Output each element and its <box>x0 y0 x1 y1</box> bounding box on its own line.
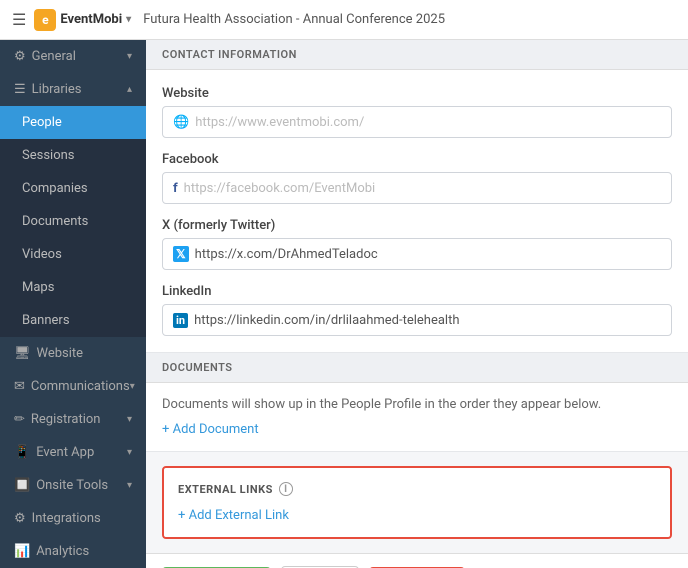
sidebar-label: Videos <box>22 247 62 262</box>
sidebar-item-maps[interactable]: Maps <box>0 271 146 304</box>
sidebar-item-general[interactable]: ⚙ General ▾ <box>0 40 146 73</box>
sidebar-item-companies[interactable]: Companies <box>0 172 146 205</box>
sidebar-label: Documents <box>22 214 88 229</box>
sidebar-label: General <box>32 49 76 64</box>
sidebar-sub-libraries: People Sessions Companies Documents Vide… <box>0 106 146 337</box>
sidebar-item-event-app[interactable]: 📱 Event App ▾ <box>0 436 146 469</box>
footer-actions: Save Details Cancel 🗑 Delete <box>146 553 688 568</box>
mail-icon: ✉ <box>14 379 25 394</box>
analytics-icon: 📊 <box>14 544 30 559</box>
chevron-down-icon: ▾ <box>127 414 132 425</box>
facebook-icon: f <box>173 181 178 196</box>
twitter-input[interactable]: 𝕏 https://x.com/DrAhmedTeladoc <box>162 238 672 270</box>
website-input[interactable]: 🌐 https://www.eventmobi.com/ <box>162 106 672 138</box>
sidebar-label: Website <box>37 346 84 361</box>
sidebar-item-sessions[interactable]: Sessions <box>0 139 146 172</box>
chevron-down-icon: ▾ <box>127 447 132 458</box>
brand-chevron: ▾ <box>126 14 131 25</box>
sidebar-label: Event App <box>36 445 94 460</box>
website-placeholder: https://www.eventmobi.com/ <box>195 115 364 130</box>
plus-icon: + Add Document <box>162 422 259 437</box>
documents-description: Documents will show up in the People Pro… <box>162 397 672 412</box>
pencil-icon: ✏ <box>14 412 25 427</box>
twitter-label: X (formerly Twitter) <box>162 218 672 233</box>
facebook-field-group: Facebook f https://facebook.com/EventMob… <box>162 152 672 204</box>
sidebar-label: Integrations <box>32 511 101 526</box>
facebook-input[interactable]: f https://facebook.com/EventMobi <box>162 172 672 204</box>
sidebar-item-communications[interactable]: ✉ Communications ▾ <box>0 370 146 403</box>
sidebar-label: Registration <box>31 412 101 427</box>
sidebar-label: Companies <box>22 181 88 196</box>
linkedin-value: https://linkedin.com/in/drlilaahmed-tele… <box>194 313 459 328</box>
globe-icon: 🌐 <box>173 115 189 130</box>
chevron-down-icon: ▾ <box>127 51 132 62</box>
tools-icon: 🔲 <box>14 478 30 493</box>
topbar: ☰ e EventMobi ▾ Futura Health Associatio… <box>0 0 688 40</box>
linkedin-icon: in <box>173 313 188 328</box>
logo-icon: e <box>34 9 56 31</box>
layout: ⚙ General ▾ ☰ Libraries ▴ People Session… <box>0 40 688 568</box>
sidebar-item-videos[interactable]: Videos <box>0 238 146 271</box>
sidebar-item-people[interactable]: People <box>0 106 146 139</box>
sidebar-label: Sessions <box>22 148 75 163</box>
website-label: Website <box>162 86 672 101</box>
contact-form: Website 🌐 https://www.eventmobi.com/ Fac… <box>146 70 688 353</box>
external-links-header: EXTERNAL LINKS i <box>178 482 656 496</box>
main-content: CONTACT INFORMATION Website 🌐 https://ww… <box>146 40 688 568</box>
sidebar-item-libraries[interactable]: ☰ Libraries ▴ <box>0 73 146 106</box>
contact-section-header: CONTACT INFORMATION <box>146 40 688 70</box>
twitter-field-group: X (formerly Twitter) 𝕏 https://x.com/DrA… <box>162 218 672 270</box>
sidebar-item-integrations[interactable]: ⚙ Integrations <box>0 502 146 535</box>
add-external-link-button[interactable]: + Add External Link <box>178 508 656 523</box>
monitor-icon: 🖥 <box>14 346 31 361</box>
facebook-placeholder: https://facebook.com/EventMobi <box>184 181 376 196</box>
chevron-down-icon: ▾ <box>130 381 135 392</box>
sidebar-item-website[interactable]: 🖥 Website <box>0 337 146 370</box>
gear-icon: ⚙ <box>14 49 26 64</box>
list-icon: ☰ <box>14 82 26 97</box>
linkedin-label: LinkedIn <box>162 284 672 299</box>
page-title: Futura Health Association - Annual Confe… <box>143 12 445 27</box>
add-external-label: + Add External Link <box>178 508 289 523</box>
sidebar-item-banners[interactable]: Banners <box>0 304 146 337</box>
website-field-group: Website 🌐 https://www.eventmobi.com/ <box>162 86 672 138</box>
twitter-value: https://x.com/DrAhmedTeladoc <box>195 247 378 262</box>
chevron-up-icon: ▴ <box>127 84 132 95</box>
sidebar-label: Analytics <box>36 544 89 559</box>
facebook-label: Facebook <box>162 152 672 167</box>
linkedin-field-group: LinkedIn in https://linkedin.com/in/drli… <box>162 284 672 336</box>
documents-section: Documents will show up in the People Pro… <box>146 383 688 452</box>
sidebar-label: Maps <box>22 280 54 295</box>
sidebar-item-registration[interactable]: ✏ Registration ▾ <box>0 403 146 436</box>
external-links-box: EXTERNAL LINKS i + Add External Link <box>162 466 672 539</box>
sidebar-label: Banners <box>22 313 70 328</box>
sidebar-item-documents[interactable]: Documents <box>0 205 146 238</box>
sidebar-label: People <box>22 115 62 130</box>
brand-name: EventMobi <box>60 12 122 27</box>
chevron-down-icon: ▾ <box>127 480 132 491</box>
sidebar: ⚙ General ▾ ☰ Libraries ▴ People Session… <box>0 40 146 568</box>
twitter-icon: 𝕏 <box>173 246 189 262</box>
sidebar-label: Onsite Tools <box>36 478 108 493</box>
info-icon[interactable]: i <box>279 482 293 496</box>
add-document-button[interactable]: + Add Document <box>162 422 672 437</box>
integration-icon: ⚙ <box>14 511 26 526</box>
sidebar-label: Libraries <box>32 82 82 97</box>
documents-section-header: DOCUMENTS <box>146 353 688 383</box>
sidebar-item-analytics[interactable]: 📊 Analytics <box>0 535 146 568</box>
topbar-logo: e EventMobi ▾ <box>34 9 131 31</box>
hamburger-icon[interactable]: ☰ <box>12 10 26 29</box>
external-links-title: EXTERNAL LINKS <box>178 483 273 496</box>
sidebar-item-onsite-tools[interactable]: 🔲 Onsite Tools ▾ <box>0 469 146 502</box>
mobile-icon: 📱 <box>14 445 30 460</box>
sidebar-label: Communications <box>31 379 130 394</box>
linkedin-input[interactable]: in https://linkedin.com/in/drlilaahmed-t… <box>162 304 672 336</box>
